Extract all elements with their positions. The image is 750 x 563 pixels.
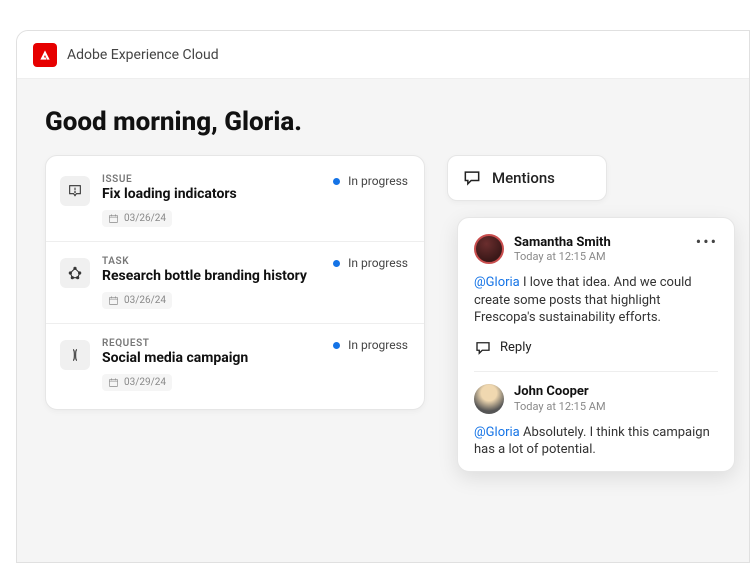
mention-handle[interactable]: @Gloria [474,275,520,290]
task-title: Research bottle branding history [102,268,408,284]
status-dot-icon [333,260,340,267]
request-icon [60,340,90,370]
mention-handle[interactable]: @Gloria [474,425,520,440]
mention-timestamp: Today at 12:15 AM [514,250,611,263]
mentions-card: Samantha Smith Today at 12:15 AM ••• @Gl… [457,217,735,472]
mention-author-name: John Cooper [514,384,606,400]
stage: ISSUE Fix loading indicators 03/26/24 In… [17,155,749,410]
calendar-icon [108,377,119,388]
titlebar-title: Adobe Experience Cloud [67,47,219,63]
issue-icon [60,176,90,206]
task-title: Social media campaign [102,350,408,366]
mention-timestamp: Today at 12:15 AM [514,400,606,413]
mention-body: @Gloria Absolutely. I think this campaig… [474,424,718,459]
app-window: Adobe Experience Cloud Good morning, Glo… [16,30,750,563]
mention-item: John Cooper Today at 12:15 AM @Gloria Ab… [474,384,718,459]
reply-icon [474,339,492,357]
calendar-icon [108,295,119,306]
task-status: In progress [333,338,408,352]
task-title: Fix loading indicators [102,186,408,202]
mention-item: Samantha Smith Today at 12:15 AM ••• @Gl… [474,234,718,372]
avatar [474,384,504,414]
task-date: 03/26/24 [124,213,166,224]
mention-meta: Samantha Smith Today at 12:15 AM [514,235,611,264]
task-date-chip: 03/26/24 [102,292,172,309]
task-icon [60,258,90,288]
task-row[interactable]: ISSUE Fix loading indicators 03/26/24 In… [46,160,424,242]
mention-body: @Gloria I love that idea. And we could c… [474,274,718,327]
calendar-icon [108,213,119,224]
mentions-header-label: Mentions [492,169,555,187]
reply-button[interactable]: Reply [474,339,718,357]
task-date-chip: 03/29/24 [102,374,172,391]
task-status-label: In progress [348,174,408,188]
mention-head: Samantha Smith Today at 12:15 AM [474,234,718,264]
task-status: In progress [333,174,408,188]
task-status-label: In progress [348,338,408,352]
avatar [474,234,504,264]
mention-head: John Cooper Today at 12:15 AM [474,384,718,414]
titlebar: Adobe Experience Cloud [17,31,749,79]
adobe-logo-icon [33,43,57,67]
mentions-header-card[interactable]: Mentions [447,155,607,201]
task-date: 03/29/24 [124,377,166,388]
task-row[interactable]: TASK Research bottle branding history 03… [46,242,424,324]
task-date: 03/26/24 [124,295,166,306]
more-button[interactable]: ••• [696,234,718,250]
mention-meta: John Cooper Today at 12:15 AM [514,384,606,413]
task-status-label: In progress [348,256,408,270]
task-status: In progress [333,256,408,270]
status-dot-icon [333,342,340,349]
task-date-chip: 03/26/24 [102,210,172,227]
task-row[interactable]: REQUEST Social media campaign 03/29/24 I… [46,324,424,405]
mention-author-name: Samantha Smith [514,235,611,251]
reply-label: Reply [500,340,532,355]
tasks-card: ISSUE Fix loading indicators 03/26/24 In… [45,155,425,410]
comment-icon [462,168,482,188]
status-dot-icon [333,178,340,185]
greeting-heading: Good morning, Gloria. [45,107,749,137]
